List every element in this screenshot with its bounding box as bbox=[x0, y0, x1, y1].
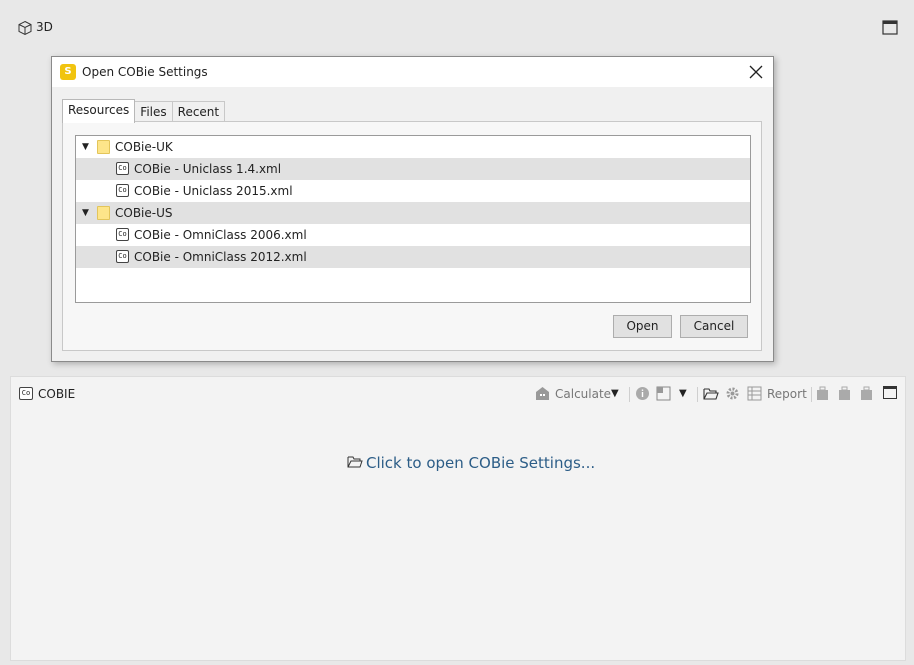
tab-files[interactable]: Files bbox=[134, 101, 173, 123]
info-icon[interactable] bbox=[635, 386, 650, 401]
export-icon[interactable] bbox=[859, 386, 874, 401]
expand-toggle-icon[interactable]: ▼ bbox=[82, 136, 89, 158]
cobie-file-icon: Co bbox=[116, 162, 129, 175]
app-logo-icon: S bbox=[60, 64, 76, 80]
cobie-toolbar: Calculate ▼ ▼ Report bbox=[531, 385, 903, 405]
panel-3d-title: 3D bbox=[36, 20, 53, 34]
tree-folder-cobie-us[interactable]: ▼ COBie-US bbox=[76, 202, 750, 224]
export-icon[interactable] bbox=[837, 386, 852, 401]
cobie-file-icon: Co bbox=[116, 184, 129, 197]
tree-file-item[interactable]: Co COBie - OmniClass 2012.xml bbox=[76, 246, 750, 268]
building-icon bbox=[536, 387, 549, 400]
cobie-panel: Co COBIE Calculate ▼ ▼ Report Click to o… bbox=[10, 376, 906, 661]
tree-file-label: COBie - Uniclass 2015.xml bbox=[134, 184, 293, 198]
export-icon[interactable] bbox=[815, 386, 830, 401]
cube-icon bbox=[18, 20, 32, 36]
folder-icon bbox=[97, 140, 110, 154]
cobie-file-icon: Co bbox=[116, 228, 129, 241]
tree-file-item[interactable]: Co COBie - Uniclass 2015.xml bbox=[76, 180, 750, 202]
maximize-icon[interactable] bbox=[882, 20, 898, 35]
cobie-file-icon: Co bbox=[116, 250, 129, 263]
toolbar-separator bbox=[629, 387, 630, 402]
resources-tree: ▼ COBie-UK Co COBie - Uniclass 1.4.xml C… bbox=[75, 135, 751, 303]
resources-tab-panel: ▼ COBie-UK Co COBie - Uniclass 1.4.xml C… bbox=[62, 121, 762, 351]
dialog-title: Open COBie Settings bbox=[82, 65, 208, 79]
tree-folder-cobie-uk[interactable]: ▼ COBie-UK bbox=[76, 136, 750, 158]
open-folder-icon bbox=[347, 456, 363, 468]
folder-icon bbox=[97, 206, 110, 220]
tree-file-item[interactable]: Co COBie - Uniclass 1.4.xml bbox=[76, 158, 750, 180]
tree-file-label: COBie - OmniClass 2012.xml bbox=[134, 250, 307, 264]
open-cobie-settings-dialog: S Open COBie Settings Resources Files Re… bbox=[51, 56, 774, 362]
cancel-button[interactable]: Cancel bbox=[680, 315, 748, 338]
calculate-dropdown-icon[interactable]: ▼ bbox=[611, 385, 619, 403]
tree-file-label: COBie - Uniclass 1.4.xml bbox=[134, 162, 282, 176]
tab-bar: Resources Files Recent bbox=[62, 99, 226, 123]
tab-resources[interactable]: Resources bbox=[62, 99, 136, 123]
expand-toggle-icon[interactable]: ▼ bbox=[82, 202, 89, 224]
tree-folder-label: COBie-UK bbox=[115, 140, 173, 154]
calculate-button[interactable]: Calculate bbox=[555, 385, 611, 403]
open-cobie-settings-link[interactable]: Click to open COBie Settings... bbox=[347, 454, 595, 472]
dialog-titlebar[interactable]: S Open COBie Settings bbox=[52, 57, 773, 87]
cobie-panel-title: COBIE bbox=[38, 387, 76, 401]
report-button[interactable]: Report bbox=[767, 385, 807, 403]
open-link-label: Click to open COBie Settings... bbox=[366, 454, 596, 472]
report-icon bbox=[747, 386, 762, 401]
tree-file-item[interactable]: Co COBie - OmniClass 2006.xml bbox=[76, 224, 750, 246]
panel-3d-header: 3D bbox=[0, 0, 914, 54]
tree-file-label: COBie - OmniClass 2006.xml bbox=[134, 228, 307, 242]
tab-recent[interactable]: Recent bbox=[171, 101, 226, 123]
toolbar-separator bbox=[811, 387, 812, 402]
cobie-icon: Co bbox=[19, 387, 33, 400]
open-folder-icon[interactable] bbox=[703, 386, 719, 401]
open-button[interactable]: Open bbox=[613, 315, 672, 338]
layout-icon[interactable] bbox=[656, 386, 671, 401]
tree-folder-label: COBie-US bbox=[115, 206, 173, 220]
toolbar-separator bbox=[697, 387, 698, 402]
layout-dropdown-icon[interactable]: ▼ bbox=[679, 385, 687, 403]
maximize-icon[interactable] bbox=[883, 386, 897, 399]
gear-icon[interactable] bbox=[725, 386, 740, 401]
close-icon[interactable] bbox=[745, 61, 767, 83]
